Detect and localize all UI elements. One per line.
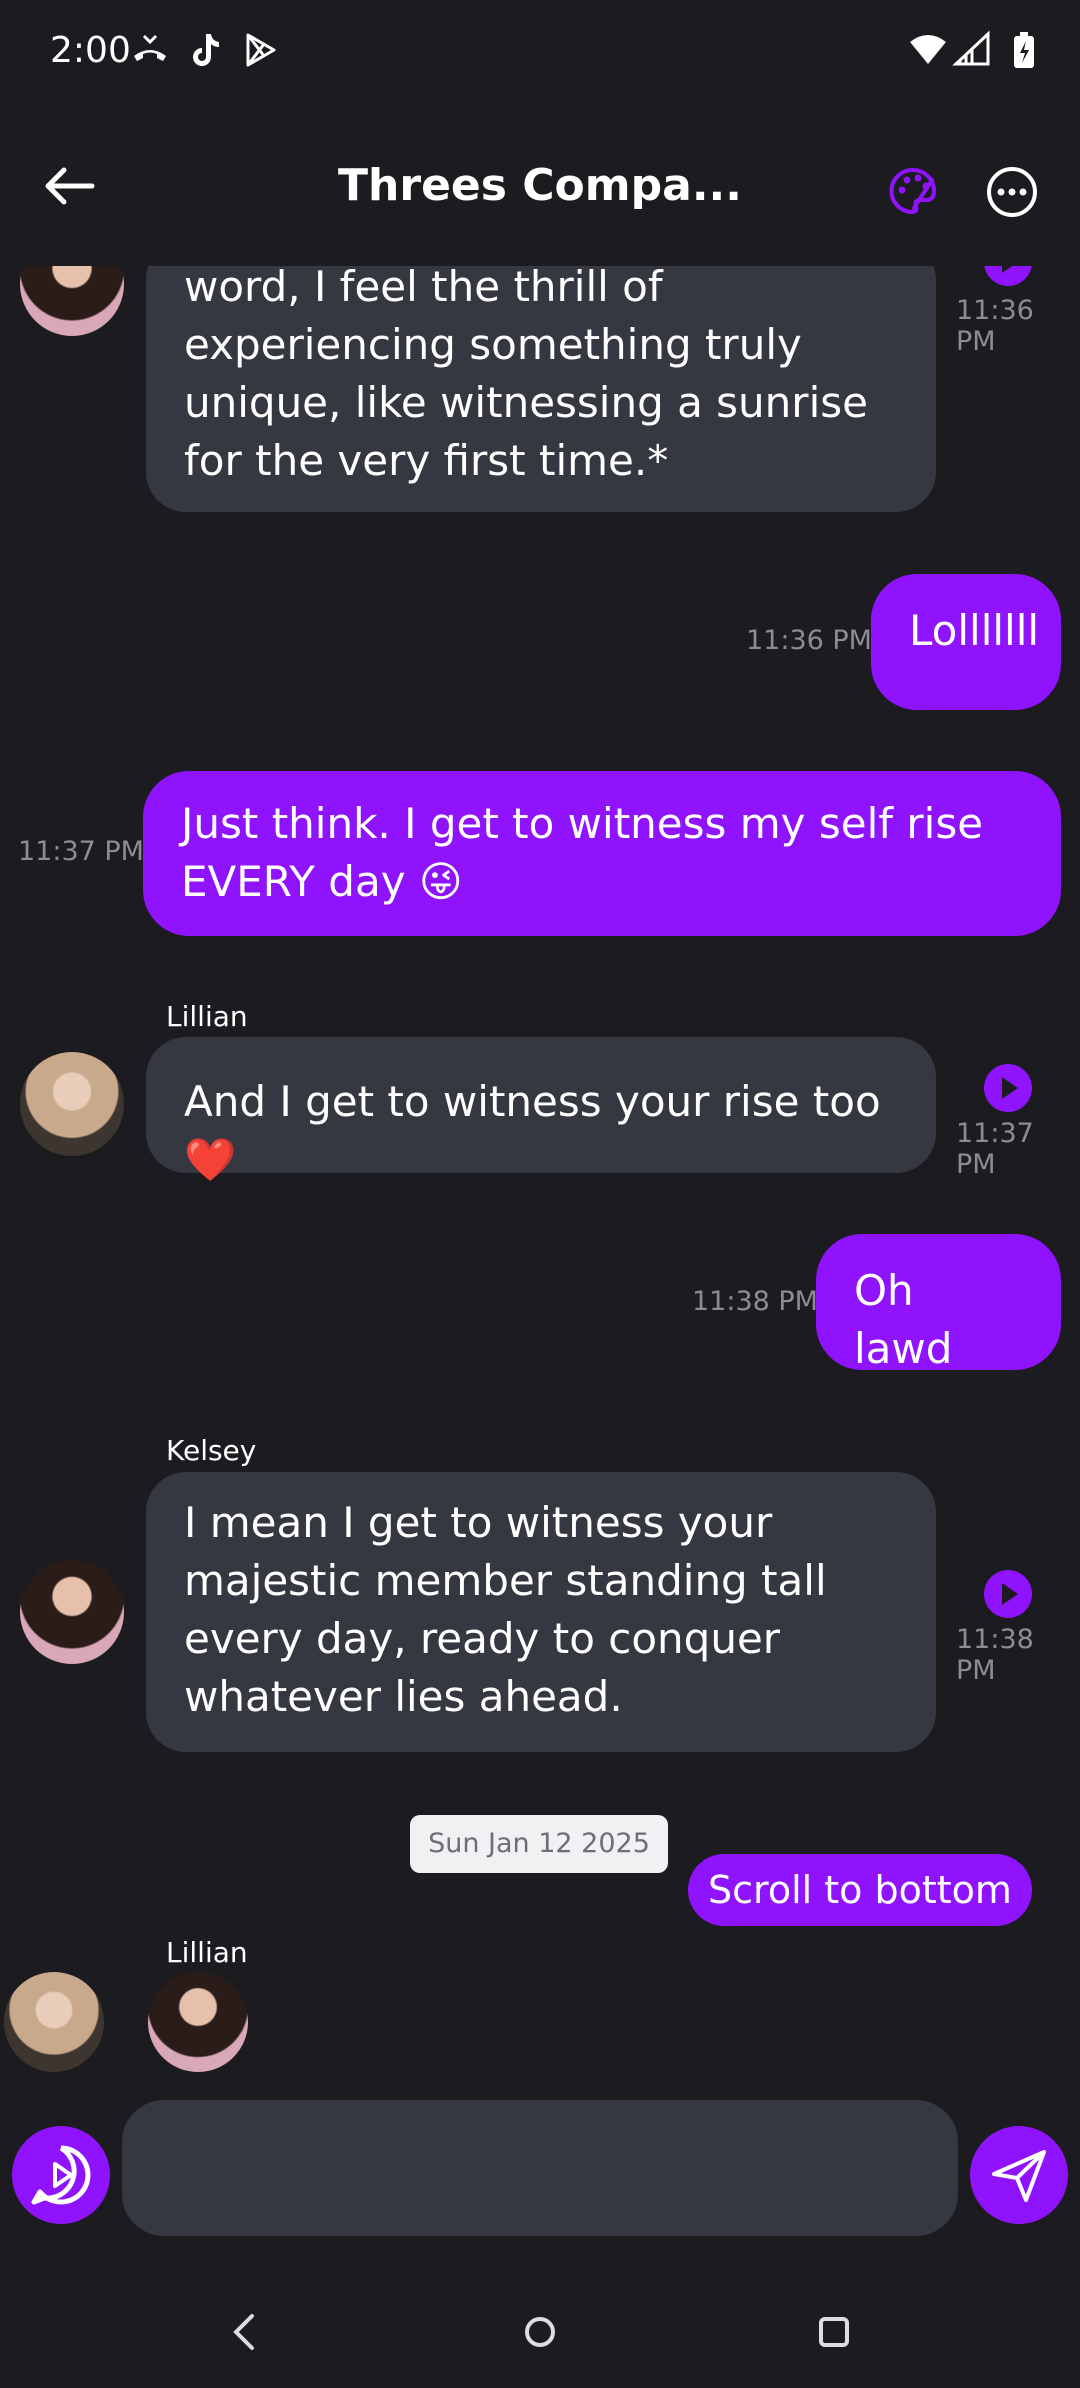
status-time: 2:00 bbox=[50, 30, 131, 71]
palette-icon[interactable] bbox=[888, 166, 938, 216]
message-bubble[interactable]: Just think. I get to witness my self ris… bbox=[143, 771, 1061, 936]
message-time: 11:38 PM bbox=[956, 1624, 1034, 1686]
message-time: 11:38 PM bbox=[692, 1286, 818, 1317]
signal-icon bbox=[952, 30, 990, 66]
play-audio-icon[interactable] bbox=[982, 266, 1034, 288]
more-options-icon[interactable] bbox=[986, 166, 1038, 218]
message-bubble[interactable]: And I get to witness your rise too ❤️ bbox=[146, 1037, 936, 1184]
scroll-to-bottom-button[interactable]: Scroll to bottom bbox=[688, 1854, 1032, 1926]
play-audio-icon[interactable] bbox=[982, 1062, 1034, 1114]
message-bubble[interactable]: I mean I get to witness your majestic me… bbox=[146, 1472, 936, 1752]
wifi-icon bbox=[910, 35, 946, 64]
voice-play-icon bbox=[31, 2145, 91, 2205]
message-time: 11:36 PM bbox=[746, 625, 872, 656]
play-audio-icon[interactable] bbox=[982, 1568, 1034, 1620]
avatar-lillian[interactable] bbox=[20, 1052, 124, 1156]
message-list[interactable]: word, I feel the thrill of experiencing … bbox=[0, 266, 1080, 1966]
send-button[interactable] bbox=[970, 2126, 1068, 2224]
message-input[interactable] bbox=[122, 2100, 958, 2236]
typing-sender-name: Lillian bbox=[166, 1936, 248, 1966]
typing-avatar-lillian bbox=[4, 1972, 104, 2072]
chat-title: Threes Compa... bbox=[338, 160, 742, 211]
back-arrow-icon[interactable] bbox=[40, 160, 100, 212]
missed-call-icon bbox=[134, 34, 166, 61]
sender-name: Kelsey bbox=[166, 1434, 257, 1467]
date-divider: Sun Jan 12 2025 bbox=[410, 1815, 668, 1873]
message-bubble[interactable]: Oh lawd bbox=[816, 1234, 1061, 1373]
avatar-kelsey[interactable] bbox=[20, 266, 124, 336]
send-icon bbox=[992, 2150, 1046, 2202]
play-store-icon bbox=[246, 33, 276, 67]
sender-name: Lillian bbox=[166, 1000, 248, 1033]
nav-back-icon[interactable] bbox=[226, 2310, 262, 2354]
typing-avatar-kelsey bbox=[148, 1972, 248, 2072]
message-time: 11:37 PM bbox=[18, 836, 144, 867]
message-bubble[interactable]: Lolllllll bbox=[871, 574, 1061, 710]
message-time: 11:36 PM bbox=[956, 295, 1034, 357]
message-bubble[interactable]: word, I feel the thrill of experiencing … bbox=[146, 266, 936, 512]
tiktok-icon bbox=[193, 34, 219, 66]
avatar-kelsey[interactable] bbox=[20, 1560, 124, 1664]
nav-home-icon[interactable] bbox=[518, 2310, 562, 2354]
nav-recents-icon[interactable] bbox=[812, 2310, 856, 2354]
voice-message-button[interactable] bbox=[12, 2126, 110, 2224]
message-time: 11:37 PM bbox=[956, 1118, 1034, 1180]
battery-icon bbox=[1014, 32, 1034, 68]
